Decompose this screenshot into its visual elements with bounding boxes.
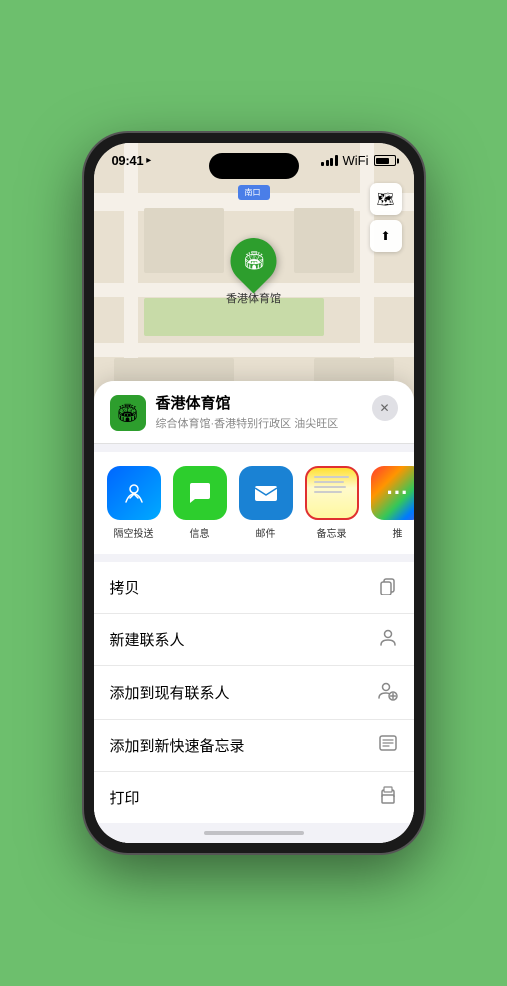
map-entrance-label: 南口 [238,185,270,200]
status-time: 09:41 [112,153,144,168]
share-item-airdrop[interactable]: 隔空投送 [106,466,162,540]
mail-label: 邮件 [256,525,276,540]
place-info: 香港体育馆 综合体育馆·香港特别行政区 油尖旺区 [156,395,362,431]
more-icon: ··· [371,466,414,520]
dynamic-island [209,153,299,179]
airdrop-icon [107,466,161,520]
map-view-icon: 🗺 [377,191,395,208]
place-icon: 🏟 [110,395,146,431]
action-print[interactable]: 打印 [94,772,414,823]
close-button[interactable]: ✕ [372,395,398,421]
copy-icon [378,575,398,600]
pin-circle: 🏟 [221,228,286,293]
place-name: 香港体育馆 [156,395,362,413]
more-label: 推 [393,525,403,540]
map-controls: 🗺 ⬆ [370,183,402,252]
action-list: 拷贝 新建联系人 [94,562,414,823]
action-new-contact[interactable]: 新建联系人 [94,614,414,666]
close-icon: ✕ [379,401,389,415]
action-copy[interactable]: 拷贝 [94,562,414,614]
battery-icon [374,155,396,166]
print-label: 打印 [110,787,140,808]
home-indicator [204,831,304,835]
bottom-sheet: 🏟 香港体育馆 综合体育馆·香港特别行政区 油尖旺区 ✕ [94,381,414,843]
message-icon [173,466,227,520]
mail-icon [239,466,293,520]
phone-screen: 09:41 ▸ WiFi [94,143,414,843]
place-header: 🏟 香港体育馆 综合体育馆·香港特别行政区 油尖旺区 ✕ [94,381,414,444]
notes-label: 备忘录 [317,525,347,540]
quick-note-label: 添加到新快速备忘录 [110,735,245,756]
copy-label: 拷贝 [110,577,140,598]
share-item-mail[interactable]: 邮件 [238,466,294,540]
add-existing-icon [376,679,398,706]
status-icons: WiFi [321,153,396,168]
phone-frame: 09:41 ▸ WiFi [84,133,424,853]
notes-lines [314,476,349,493]
print-icon [378,785,398,810]
share-row: 隔空投送 信息 [94,452,414,554]
stadium-icon: 🏟 [242,251,265,272]
location-arrow-icon: ▸ [146,155,151,166]
quick-note-icon [378,733,398,758]
wifi-icon: WiFi [343,153,369,168]
new-contact-icon [378,627,398,652]
action-quick-note[interactable]: 添加到新快速备忘录 [94,720,414,772]
place-icon-emoji: 🏟 [116,403,139,424]
add-existing-label: 添加到现有联系人 [110,682,230,703]
signal-bars-icon [321,155,338,166]
location-pin: 🏟 香港体育馆 [226,238,281,306]
map-view-button[interactable]: 🗺 [370,183,402,215]
new-contact-label: 新建联系人 [110,629,185,650]
action-add-existing[interactable]: 添加到现有联系人 [94,666,414,720]
share-item-message[interactable]: 信息 [172,466,228,540]
location-button[interactable]: ⬆ [370,220,402,252]
message-label: 信息 [190,525,210,540]
share-item-notes[interactable]: 备忘录 [304,466,360,540]
airdrop-label: 隔空投送 [114,525,154,540]
notes-icon [305,466,359,520]
home-indicator-area [94,823,414,843]
share-item-more[interactable]: ··· 推 [370,466,414,540]
compass-icon: ⬆ [380,229,390,243]
place-subtitle: 综合体育馆·香港特别行政区 油尖旺区 [156,415,362,431]
